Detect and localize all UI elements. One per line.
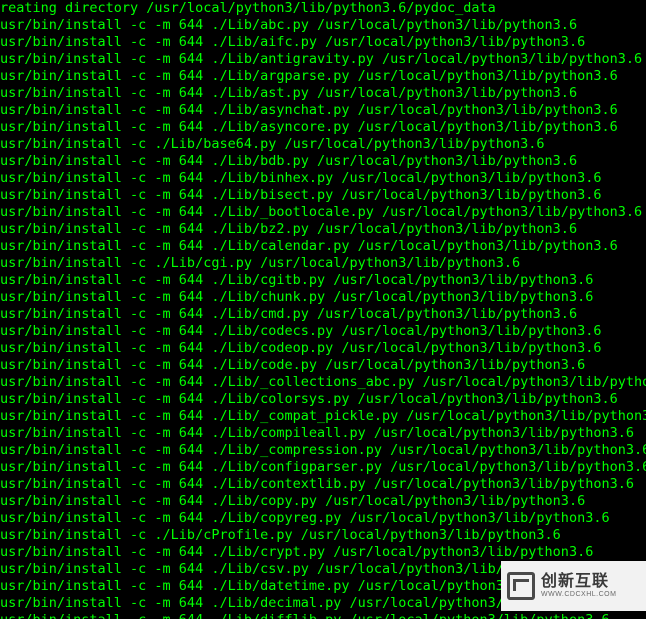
terminal-line: usr/bin/install -c -m 644 ./Lib/_bootloc… bbox=[0, 204, 646, 221]
terminal-line: usr/bin/install -c -m 644 ./Lib/binhex.p… bbox=[0, 170, 646, 187]
terminal-line: usr/bin/install -c -m 644 ./Lib/crypt.py… bbox=[0, 544, 646, 561]
terminal-line: usr/bin/install -c ./Lib/cProfile.py /us… bbox=[0, 527, 646, 544]
terminal-line: usr/bin/install -c -m 644 ./Lib/abc.py /… bbox=[0, 17, 646, 34]
terminal-line: usr/bin/install -c -m 644 ./Lib/copy.py … bbox=[0, 493, 646, 510]
terminal-line: usr/bin/install -c -m 644 ./Lib/bz2.py /… bbox=[0, 221, 646, 238]
terminal-line: usr/bin/install -c -m 644 ./Lib/cgitb.py… bbox=[0, 272, 646, 289]
watermark-logo-icon bbox=[507, 572, 535, 600]
terminal-line: usr/bin/install -c -m 644 ./Lib/chunk.py… bbox=[0, 289, 646, 306]
terminal-line: usr/bin/install -c -m 644 ./Lib/aifc.py … bbox=[0, 34, 646, 51]
terminal-line: usr/bin/install -c -m 644 ./Lib/argparse… bbox=[0, 68, 646, 85]
terminal-line: usr/bin/install -c -m 644 ./Lib/copyreg.… bbox=[0, 510, 646, 527]
terminal-line: usr/bin/install -c -m 644 ./Lib/difflib.… bbox=[0, 612, 646, 619]
terminal-line: usr/bin/install -c -m 644 ./Lib/cmd.py /… bbox=[0, 306, 646, 323]
terminal-line: usr/bin/install -c -m 644 ./Lib/_compat_… bbox=[0, 408, 646, 425]
terminal-line: usr/bin/install -c ./Lib/base64.py /usr/… bbox=[0, 136, 646, 153]
terminal-line: usr/bin/install -c -m 644 ./Lib/_compres… bbox=[0, 442, 646, 459]
terminal-line: usr/bin/install -c -m 644 ./Lib/asyncore… bbox=[0, 119, 646, 136]
terminal-line: usr/bin/install -c -m 644 ./Lib/contextl… bbox=[0, 476, 646, 493]
terminal-line: reating directory /usr/local/python3/lib… bbox=[0, 0, 646, 17]
terminal-line: usr/bin/install -c -m 644 ./Lib/compilea… bbox=[0, 425, 646, 442]
terminal-line: usr/bin/install -c ./Lib/cgi.py /usr/loc… bbox=[0, 255, 646, 272]
terminal-line: usr/bin/install -c -m 644 ./Lib/ast.py /… bbox=[0, 85, 646, 102]
terminal-line: usr/bin/install -c -m 644 ./Lib/antigrav… bbox=[0, 51, 646, 68]
terminal-line: usr/bin/install -c -m 644 ./Lib/asynchat… bbox=[0, 102, 646, 119]
terminal-line: usr/bin/install -c -m 644 ./Lib/codecs.p… bbox=[0, 323, 646, 340]
terminal-output[interactable]: reating directory /usr/local/python3/lib… bbox=[0, 0, 646, 619]
terminal-line: usr/bin/install -c -m 644 ./Lib/_collect… bbox=[0, 374, 646, 391]
terminal-line: usr/bin/install -c -m 644 ./Lib/code.py … bbox=[0, 357, 646, 374]
terminal-line: usr/bin/install -c -m 644 ./Lib/bdb.py /… bbox=[0, 153, 646, 170]
watermark-en-text: WWW.CDCXHL.COM bbox=[541, 591, 616, 599]
watermark-cn-text: 创新互联 bbox=[541, 573, 616, 591]
terminal-line: usr/bin/install -c -m 644 ./Lib/colorsys… bbox=[0, 391, 646, 408]
terminal-line: usr/bin/install -c -m 644 ./Lib/calendar… bbox=[0, 238, 646, 255]
terminal-line: usr/bin/install -c -m 644 ./Lib/codeop.p… bbox=[0, 340, 646, 357]
terminal-line: usr/bin/install -c -m 644 ./Lib/bisect.p… bbox=[0, 187, 646, 204]
terminal-line: usr/bin/install -c -m 644 ./Lib/configpa… bbox=[0, 459, 646, 476]
watermark: 创新互联 WWW.CDCXHL.COM bbox=[501, 561, 646, 611]
watermark-text: 创新互联 WWW.CDCXHL.COM bbox=[541, 573, 616, 598]
